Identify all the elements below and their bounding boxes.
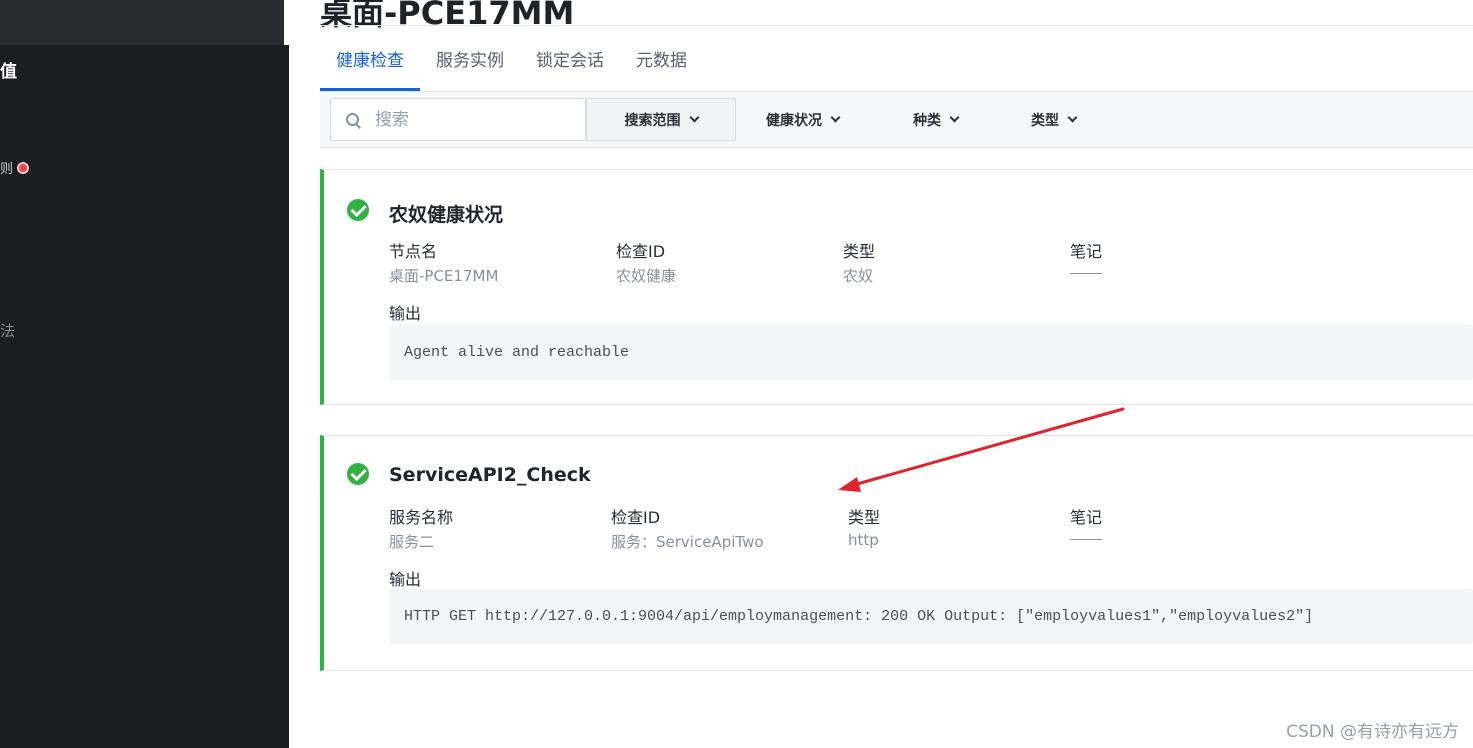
search-scope-label: 搜索范围 [624,112,681,129]
field-label: 类型 [843,242,876,261]
search-icon [345,112,361,128]
field-value: http [848,531,879,549]
field-label: 服务名称 [389,508,454,527]
app-root: 值 则 法 桌面-PCE17MM 健康检查 服务实例 锁定会话 元数据 搜索范围 [0,0,1473,748]
empty-value-dash [1070,273,1102,274]
check-title: 农奴健康状况 [389,204,504,226]
check-title: ServiceAPI2_Check [389,464,591,486]
passing-check-icon [347,463,369,485]
sidebar: 值 则 法 [0,0,289,748]
output-box: Agent alive and reachable [389,325,1473,380]
field-value: 农奴健康 [616,267,677,285]
sidebar-item-value[interactable]: 值 [0,57,17,82]
field-notes: 笔记 [1070,238,1102,274]
search-scope-dropdown[interactable]: 搜索范围 [586,98,736,141]
tab-bar: 健康检查 服务实例 锁定会话 元数据 [320,40,703,91]
field-check-id: 检查ID 服务：ServiceApiTwo [611,504,764,552]
title-divider [320,25,1473,26]
health-status-dropdown[interactable]: 健康状况 [766,98,841,141]
field-label: 笔记 [1070,242,1103,261]
chevron-down-icon [689,112,699,123]
field-value: 服务二 [389,533,435,551]
empty-value-dash [1070,539,1102,540]
sidebar-item-method[interactable]: 法 [0,320,15,341]
field-label: 检查ID [616,242,666,261]
sidebar-item-rule[interactable]: 则 [0,158,30,177]
chevron-down-icon [1067,112,1078,123]
chevron-down-icon [949,112,960,123]
sidebar-item-rule-label: 则 [0,162,14,177]
tab-health-checks[interactable]: 健康检查 [320,40,420,91]
field-value: 桌面-PCE17MM [389,267,499,285]
kind-label: 种类 [913,112,941,129]
kind-dropdown[interactable]: 种类 [913,98,960,141]
health-check-card[interactable]: 农奴健康状况 节点名 桌面-PCE17MM 检查ID 农奴健康 类型 农奴 笔记… [320,169,1473,405]
alert-dot-icon [17,161,30,174]
health-check-card[interactable]: ServiceAPI2_Check 服务名称 服务二 检查ID 服务：Servi… [320,435,1473,671]
main-content: 桌面-PCE17MM 健康检查 服务实例 锁定会话 元数据 搜索范围 健康状况 … [289,0,1473,748]
field-service-name: 服务名称 服务二 [389,504,453,552]
tab-lock-sessions[interactable]: 锁定会话 [520,40,620,91]
field-type: 类型 农奴 [843,238,875,286]
type-dropdown[interactable]: 类型 [1031,98,1078,141]
search-input[interactable] [375,109,565,130]
field-type: 类型 http [848,504,880,549]
page-title: 桌面-PCE17MM [320,0,575,32]
field-node-name: 节点名 桌面-PCE17MM [389,238,498,286]
sidebar-header [0,0,289,45]
field-value: 农奴 [843,267,874,285]
field-label: 节点名 [389,242,438,261]
health-status-label: 健康状况 [766,112,822,129]
type-label: 类型 [1031,112,1059,129]
tab-service-instances[interactable]: 服务实例 [420,40,520,91]
watermark: CSDN @有诗亦有远方 [1286,722,1459,742]
field-check-id: 检查ID 农奴健康 [616,238,676,286]
output-label: 输出 [389,304,422,323]
field-notes: 笔记 [1070,504,1102,540]
field-value: 服务：ServiceApiTwo [611,533,764,551]
output-label: 输出 [389,570,422,589]
field-label: 类型 [848,508,881,527]
search-box [330,98,586,141]
output-box: HTTP GET http://127.0.0.1:9004/api/emplo… [389,589,1473,644]
passing-check-icon [347,199,369,221]
tab-metadata[interactable]: 元数据 [620,40,703,91]
chevron-down-icon [830,112,841,123]
filter-bar: 搜索范围 健康状况 种类 类型 [320,91,1473,148]
field-label: 笔记 [1070,508,1103,527]
field-label: 检查ID [611,508,661,527]
